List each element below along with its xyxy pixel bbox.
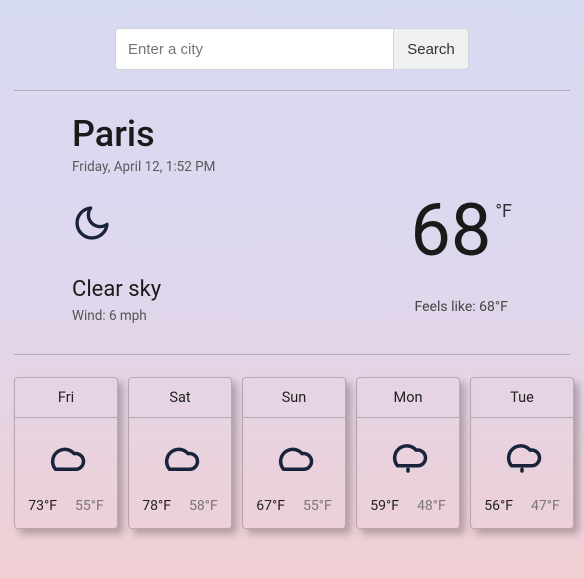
- forecast-lo: 55°F: [303, 498, 332, 514]
- cloud-icon: [159, 436, 201, 482]
- forecast-hi: 67°F: [256, 498, 285, 514]
- forecast-hi: 78°F: [142, 498, 171, 514]
- forecast-hi: 73°F: [28, 498, 57, 514]
- search-button[interactable]: Search: [393, 28, 469, 70]
- search-group: Search: [115, 28, 469, 70]
- temp-display: 68 °F: [410, 195, 512, 267]
- weather-left: Clear sky Wind: 6 mph: [72, 193, 161, 324]
- forecast-card[interactable]: Fri 73°F 55°F: [14, 377, 118, 529]
- search-bar: Search: [0, 0, 584, 90]
- feels-like: Feels like: 68°F: [415, 299, 508, 315]
- forecast-day-label: Mon: [357, 378, 459, 418]
- forecast-row: Fri 73°F 55°F Sat 78°F 58°F Sun 67°F 55°F Mon 59°F…: [0, 355, 584, 551]
- wind-text: Wind: 6 mph: [72, 308, 161, 324]
- drizzle-icon: [387, 436, 429, 482]
- forecast-lo: 48°F: [417, 498, 446, 514]
- forecast-temps: 59°F 48°F: [370, 498, 445, 514]
- city-name: Paris: [72, 113, 570, 155]
- temp-unit: °F: [495, 201, 512, 222]
- forecast-day-label: Fri: [15, 378, 117, 418]
- forecast-card[interactable]: Sun 67°F 55°F: [242, 377, 346, 529]
- forecast-lo: 58°F: [189, 498, 218, 514]
- current-weather: Paris Friday, April 12, 1:52 PM Clear sk…: [0, 91, 584, 354]
- cloud-icon: [273, 436, 315, 482]
- weather-row: Clear sky Wind: 6 mph 68 °F Feels like: …: [72, 193, 570, 324]
- forecast-lo: 47°F: [531, 498, 560, 514]
- drizzle-icon: [501, 436, 543, 482]
- forecast-card[interactable]: Mon 59°F 48°F: [356, 377, 460, 529]
- forecast-hi: 56°F: [484, 498, 513, 514]
- forecast-temps: 78°F 58°F: [142, 498, 217, 514]
- city-search-input[interactable]: [115, 28, 393, 70]
- forecast-temps: 56°F 47°F: [484, 498, 559, 514]
- forecast-day-label: Tue: [471, 378, 573, 418]
- forecast-day-label: Sun: [243, 378, 345, 418]
- forecast-card[interactable]: Tue 56°F 47°F: [470, 377, 574, 529]
- cloud-icon: [45, 436, 87, 482]
- forecast-lo: 55°F: [75, 498, 104, 514]
- temp-value: 68: [410, 195, 491, 267]
- condition-text: Clear sky: [72, 277, 161, 302]
- forecast-temps: 67°F 55°F: [256, 498, 331, 514]
- weather-right: 68 °F Feels like: 68°F: [410, 193, 570, 315]
- current-datetime: Friday, April 12, 1:52 PM: [72, 159, 570, 175]
- forecast-card[interactable]: Sat 78°F 58°F: [128, 377, 232, 529]
- forecast-day-label: Sat: [129, 378, 231, 418]
- forecast-temps: 73°F 55°F: [28, 498, 103, 514]
- moon-icon: [72, 203, 161, 243]
- forecast-hi: 59°F: [370, 498, 399, 514]
